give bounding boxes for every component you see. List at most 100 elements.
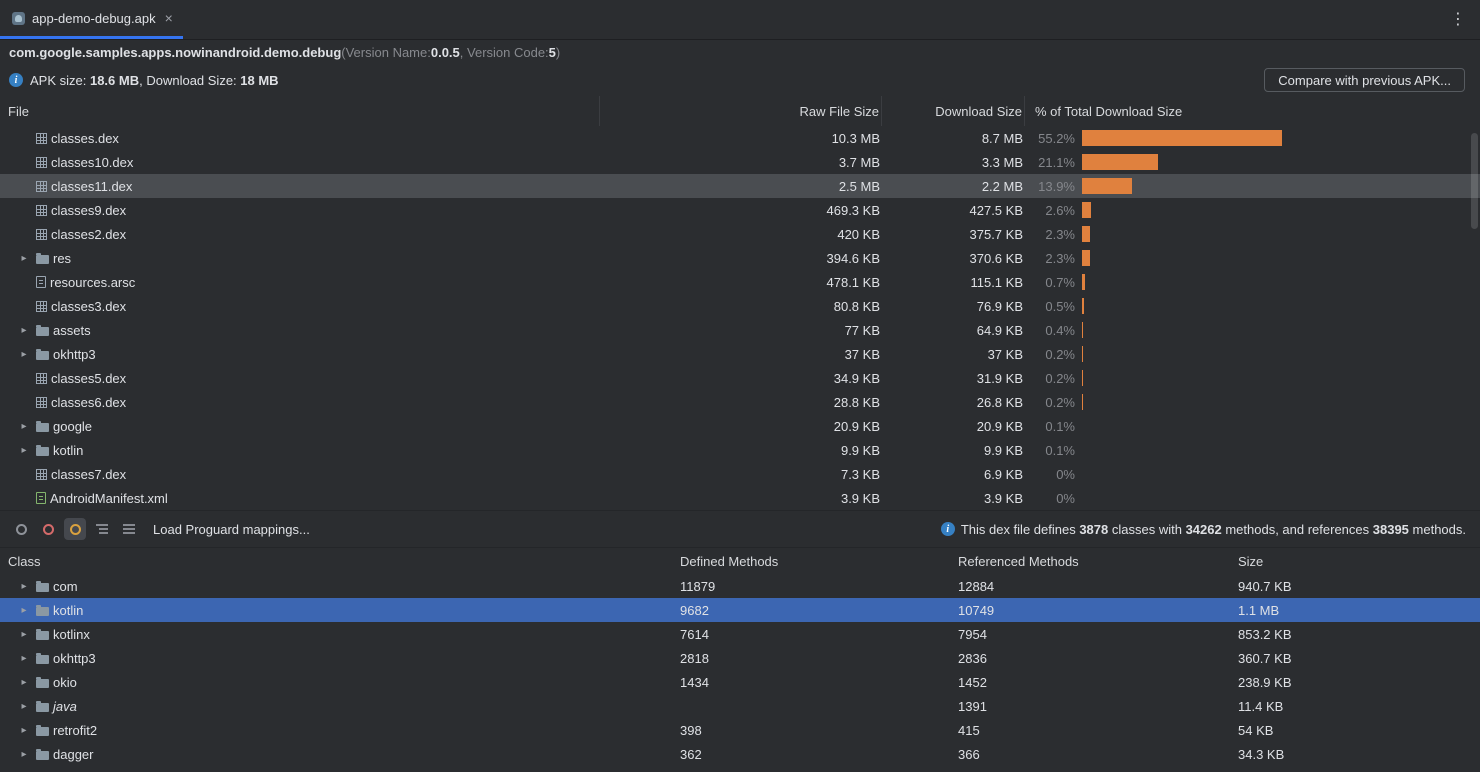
- file-name-label: classes10.dex: [51, 155, 133, 170]
- file-row[interactable]: ▸classes7.dex7.3 KB6.9 KB0%: [0, 462, 1480, 486]
- file-name-label: okhttp3: [53, 347, 96, 362]
- apk-size-line: i APK size: 18.6 MB, Download Size: 18 M…: [0, 64, 1480, 96]
- download-size-bar: [1082, 394, 1083, 410]
- expand-all-icon[interactable]: [91, 518, 113, 540]
- class-row[interactable]: ▸com1187912884940.7 KB: [0, 574, 1480, 598]
- class-row[interactable]: ▸dagger36236634.3 KB: [0, 742, 1480, 766]
- package-icon: [36, 751, 49, 760]
- download-size-bar: [1082, 202, 1091, 218]
- apk-size-summary: APK size: 18.6 MB, Download Size: 18 MB: [30, 73, 279, 88]
- file-row[interactable]: ▸classes.dex10.3 MB8.7 MB55.2%: [0, 126, 1480, 150]
- chevron-right-icon[interactable]: ▸: [16, 325, 32, 336]
- dex-file-icon: [36, 229, 47, 240]
- class-row[interactable]: ▸okio14341452238.9 KB: [0, 670, 1480, 694]
- raw-file-size-value: 394.6 KB: [600, 251, 882, 266]
- column-class[interactable]: Class: [0, 554, 680, 569]
- file-cell: ▸ okhttp3: [0, 347, 600, 362]
- file-cell: ▸classes.dex: [0, 131, 600, 146]
- show-fields-icon[interactable]: [64, 518, 86, 540]
- close-icon[interactable]: ×: [165, 11, 173, 25]
- class-cell: ▸ okio: [0, 675, 680, 690]
- raw-file-size-value: 20.9 KB: [600, 419, 882, 434]
- column-referenced-methods[interactable]: Referenced Methods: [958, 554, 1238, 569]
- chevron-right-icon[interactable]: ▸: [16, 629, 32, 640]
- tab-title: app-demo-debug.apk: [32, 11, 156, 26]
- download-size-value: 3.9 KB: [882, 491, 1025, 506]
- file-row[interactable]: ▸classes5.dex34.9 KB31.9 KB0.2%: [0, 366, 1480, 390]
- file-row[interactable]: ▸classes3.dex80.8 KB76.9 KB0.5%: [0, 294, 1480, 318]
- circle-gray-icon: [16, 524, 27, 535]
- download-size-value: 9.9 KB: [882, 443, 1025, 458]
- raw-file-size-value: 37 KB: [600, 347, 882, 362]
- column-pct-total-download[interactable]: % of Total Download Size: [1025, 96, 1480, 126]
- chevron-right-icon[interactable]: ▸: [16, 253, 32, 264]
- chevron-right-icon[interactable]: ▸: [16, 701, 32, 712]
- pct-label: 0.1%: [1025, 443, 1075, 458]
- chevron-right-icon[interactable]: ▸: [16, 581, 32, 592]
- column-defined-methods[interactable]: Defined Methods: [680, 554, 958, 569]
- chevron-right-icon[interactable]: ▸: [16, 421, 32, 432]
- dex-file-icon: [36, 469, 47, 480]
- file-cell: ▸kotlin: [0, 443, 600, 458]
- load-proguard-mappings-button[interactable]: Load Proguard mappings...: [153, 522, 310, 537]
- scrollbar-thumb[interactable]: [1471, 133, 1478, 229]
- file-name-label: resources.arsc: [50, 275, 135, 290]
- class-name-label: okio: [53, 675, 77, 690]
- file-row[interactable]: ▸classes9.dex469.3 KB427.5 KB2.6%: [0, 198, 1480, 222]
- folder-icon: [36, 423, 49, 432]
- pct-label: 0.5%: [1025, 299, 1075, 314]
- file-row[interactable]: ▸classes10.dex3.7 MB3.3 MB21.1%: [0, 150, 1480, 174]
- column-size[interactable]: Size: [1238, 554, 1480, 569]
- pct-label: 0%: [1025, 491, 1075, 506]
- version-code-label: , Version Code:: [460, 45, 549, 60]
- pct-cell: 0.2%: [1025, 370, 1480, 386]
- file-row[interactable]: ▸classes11.dex2.5 MB2.2 MB13.9%: [0, 174, 1480, 198]
- class-row[interactable]: ▸retrofit239841554 KB: [0, 718, 1480, 742]
- file-row[interactable]: ▸classes6.dex28.8 KB26.8 KB0.2%: [0, 390, 1480, 414]
- chevron-right-icon[interactable]: ▸: [16, 653, 32, 664]
- class-row[interactable]: ▸okhttp328182836360.7 KB: [0, 646, 1480, 670]
- chevron-right-icon[interactable]: ▸: [16, 445, 32, 456]
- pct-label: 0.2%: [1025, 395, 1075, 410]
- column-raw-file-size[interactable]: Raw File Size: [600, 96, 882, 126]
- file-name-label: classes.dex: [51, 131, 119, 146]
- download-size-bar: [1082, 226, 1090, 242]
- file-row[interactable]: ▸kotlin9.9 KB9.9 KB0.1%: [0, 438, 1480, 462]
- chevron-right-icon[interactable]: ▸: [16, 725, 32, 736]
- file-row[interactable]: ▸classes2.dex420 KB375.7 KB2.3%: [0, 222, 1480, 246]
- file-row[interactable]: ▸resources.arsc478.1 KB115.1 KB0.7%: [0, 270, 1480, 294]
- dex-file-icon: [36, 157, 47, 168]
- collapse-all-icon[interactable]: [118, 518, 140, 540]
- class-row[interactable]: ▸kotlinx76147954853.2 KB: [0, 622, 1480, 646]
- file-row[interactable]: ▸AndroidManifest.xml3.9 KB3.9 KB0%: [0, 486, 1480, 510]
- column-file[interactable]: File: [0, 96, 600, 126]
- pct-cell: 0.7%: [1025, 274, 1480, 290]
- raw-file-size-value: 469.3 KB: [600, 203, 882, 218]
- class-cell: ▸okhttp3: [0, 651, 680, 666]
- chevron-right-icon[interactable]: ▸: [16, 749, 32, 760]
- compare-apk-button[interactable]: Compare with previous APK...: [1264, 68, 1465, 92]
- pct-cell: 0.1%: [1025, 419, 1480, 434]
- defined-methods-value: 362: [680, 747, 958, 762]
- dex-viewer-toolbar: Load Proguard mappings... i This dex fil…: [0, 510, 1480, 547]
- referenced-methods-value: 7954: [958, 627, 1238, 642]
- file-row[interactable]: ▸assets77 KB64.9 KB0.4%: [0, 318, 1480, 342]
- tab-apk[interactable]: app-demo-debug.apk ×: [0, 0, 183, 39]
- column-download-size[interactable]: Download Size: [882, 96, 1025, 126]
- file-row[interactable]: ▸google20.9 KB20.9 KB0.1%: [0, 414, 1480, 438]
- class-row[interactable]: ▸kotlin9682107491.1 MB: [0, 598, 1480, 622]
- chevron-right-icon[interactable]: ▸: [16, 677, 32, 688]
- chevron-right-icon[interactable]: ▸: [16, 605, 32, 616]
- show-referenced-icon[interactable]: [10, 518, 32, 540]
- file-row[interactable]: ▸res394.6 KB370.6 KB2.3%: [0, 246, 1480, 270]
- file-row[interactable]: ▸okhttp337 KB37 KB0.2%: [0, 342, 1480, 366]
- file-cell: ▸classes5.dex: [0, 371, 600, 386]
- show-methods-icon[interactable]: [37, 518, 59, 540]
- class-row[interactable]: ▸java139111.4 KB: [0, 694, 1480, 718]
- kebab-menu-icon[interactable]: ⋮: [1450, 12, 1466, 28]
- chevron-right-icon[interactable]: ▸: [16, 349, 32, 360]
- download-size-value: 6.9 KB: [882, 467, 1025, 482]
- class-size-value: 11.4 KB: [1238, 699, 1480, 714]
- file-name-label: classes3.dex: [51, 299, 126, 314]
- pct-label: 0.1%: [1025, 419, 1075, 434]
